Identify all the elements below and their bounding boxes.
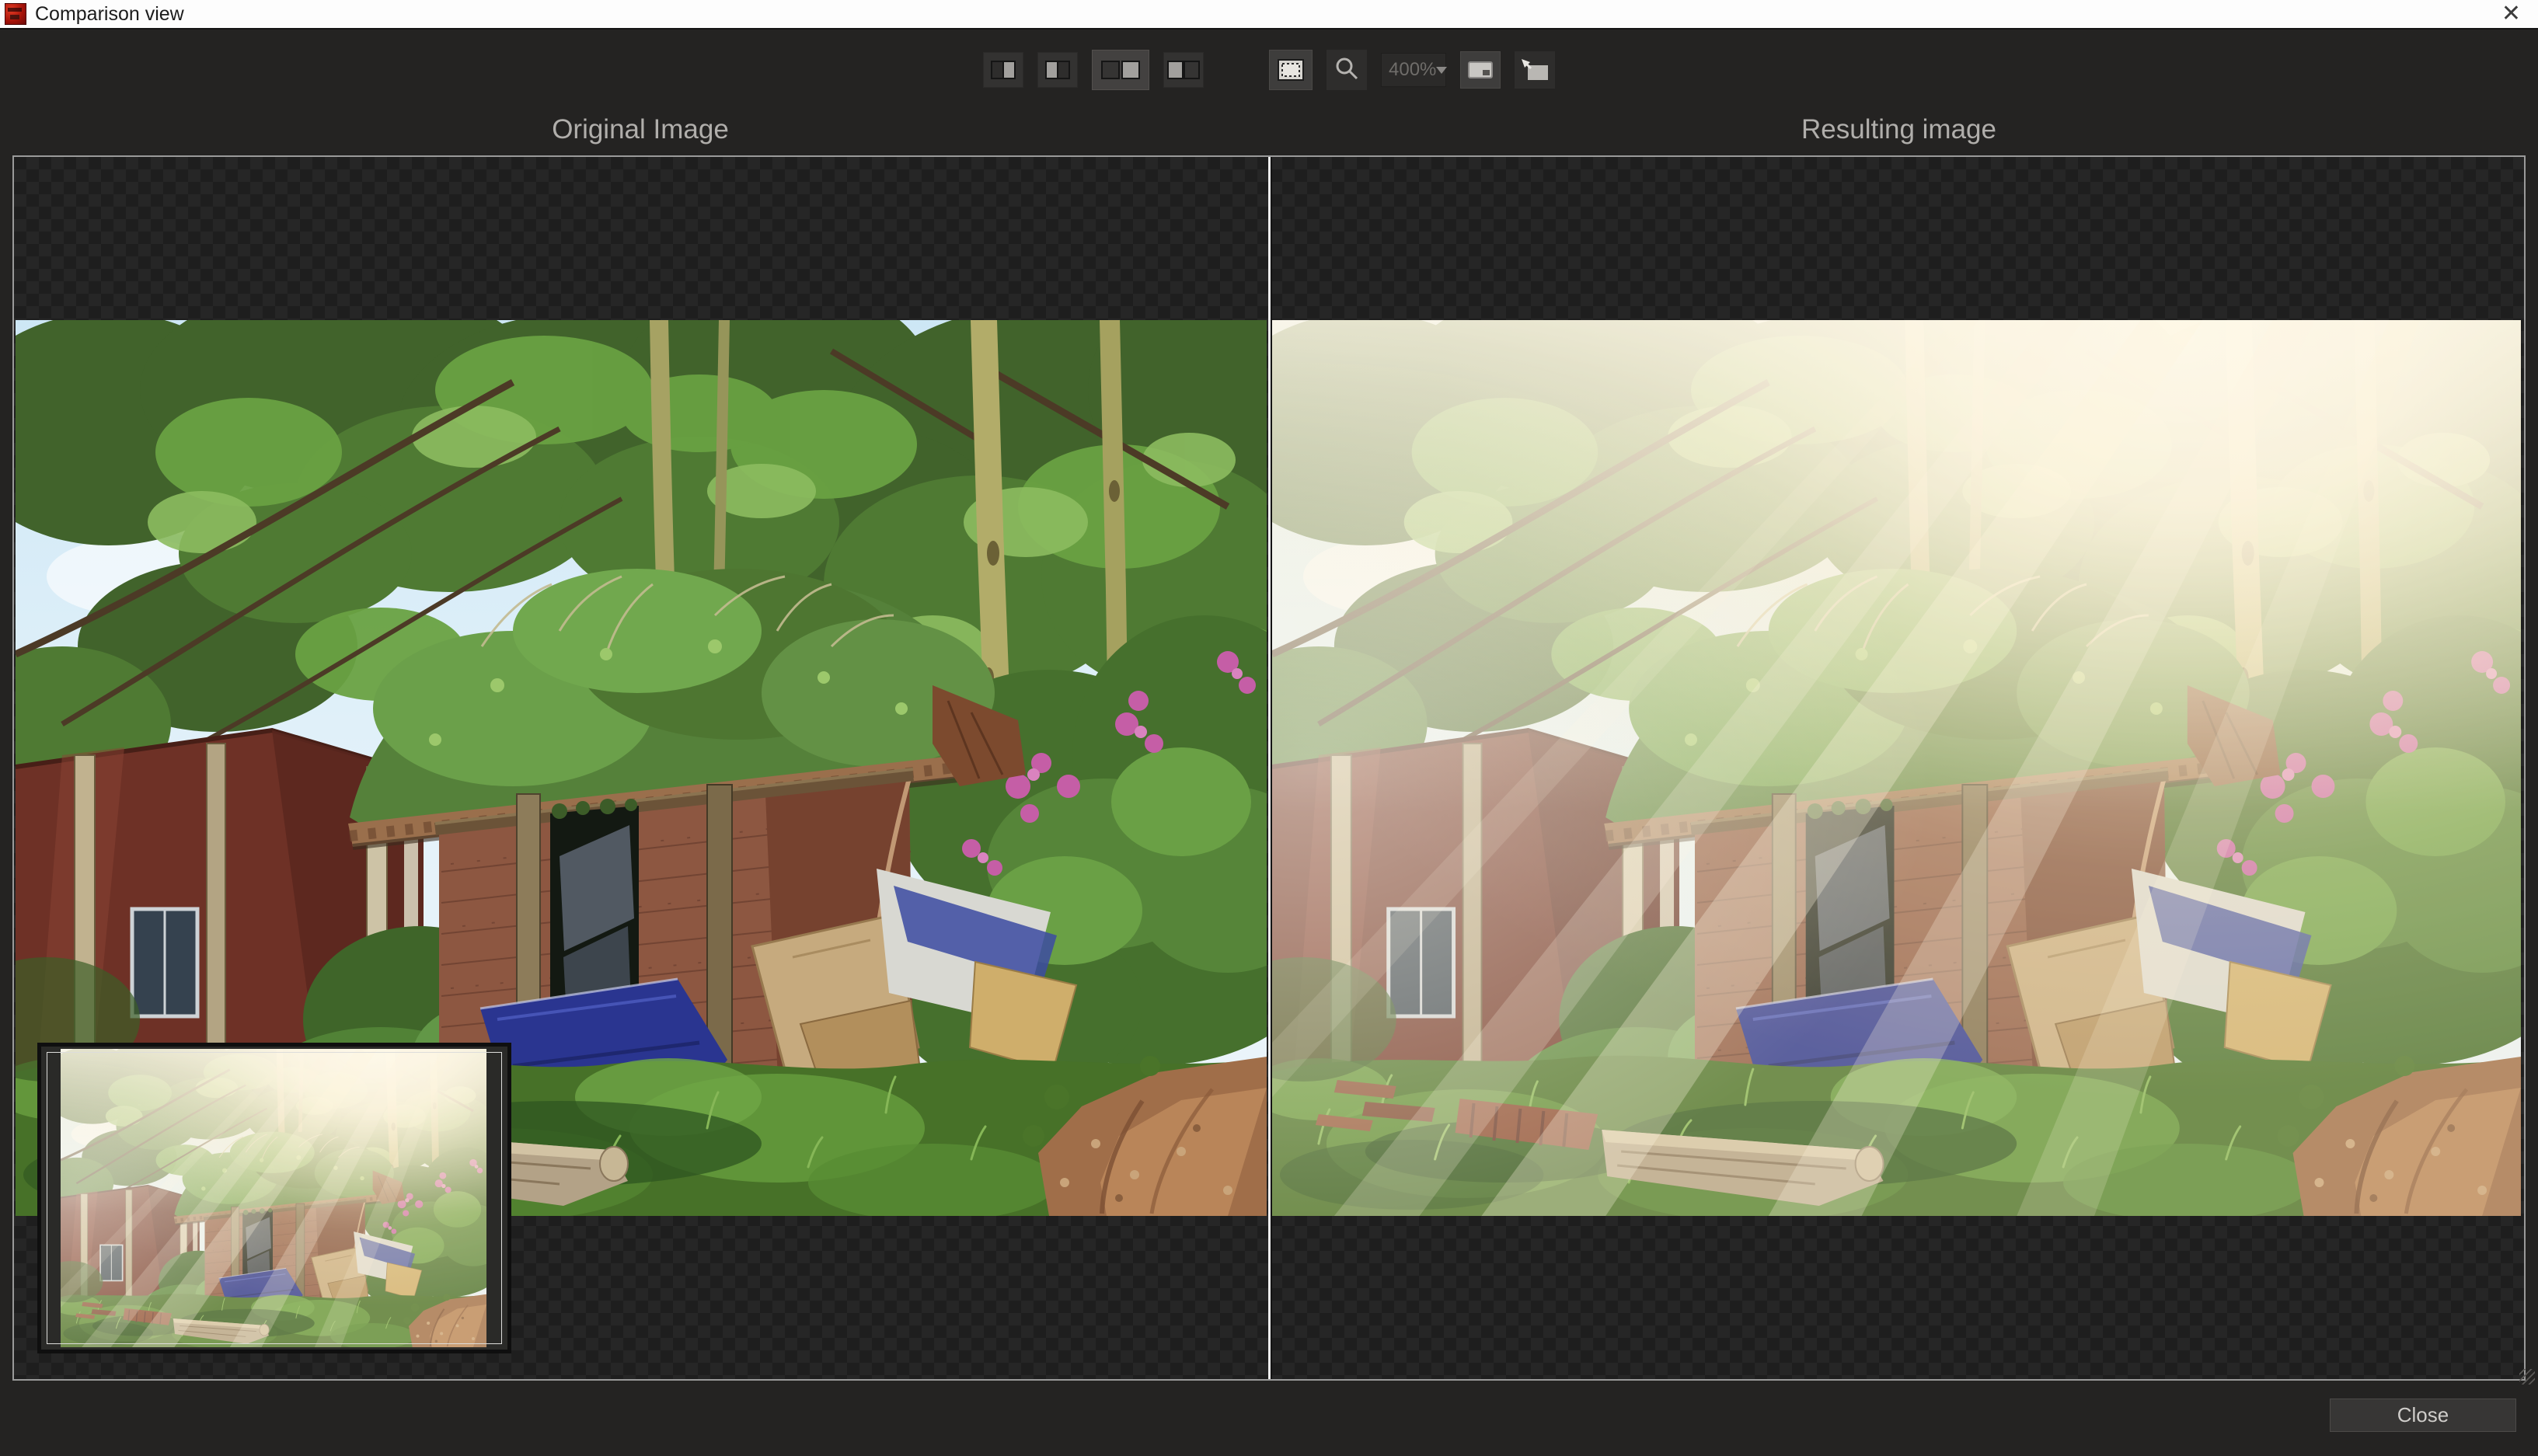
view-mode-side-by-side-right-button[interactable]: [1092, 50, 1149, 90]
comparison-view-window: Comparison view ✕: [0, 0, 2538, 1456]
dual-right-icon: [1100, 59, 1141, 81]
navigator-view-frame[interactable]: [47, 1052, 502, 1344]
split-left-icon: [1044, 60, 1071, 80]
app-icon: [5, 3, 26, 25]
dual-left-icon: [1166, 60, 1201, 80]
split-right-icon: [990, 60, 1016, 80]
window-title: Comparison view: [35, 3, 184, 26]
zoom-group: 400%: [1269, 50, 1555, 90]
fit-window-icon: [1520, 57, 1550, 82]
toolbar: 400%: [0, 31, 2538, 109]
titlebar-close-icon[interactable]: ✕: [2501, 2, 2521, 26]
resize-grip-icon[interactable]: [2519, 1369, 2535, 1385]
view-mode-group: [983, 50, 1204, 90]
actual-size-icon: [1467, 60, 1494, 80]
resulting-image-pane[interactable]: [1272, 320, 2521, 1216]
titlebar: Comparison view ✕: [0, 0, 2538, 30]
resulting-image-title: Resulting image: [1272, 113, 2526, 147]
magnifier-icon: [1334, 56, 1359, 85]
zoom-tool-button[interactable]: [1327, 50, 1367, 90]
zoom-level-combobox[interactable]: 400%: [1381, 53, 1446, 87]
zoom-level-value: 400%: [1382, 59, 1436, 81]
view-mode-split-right-button[interactable]: [983, 52, 1023, 88]
navigator-toggle-button[interactable]: [1269, 50, 1313, 90]
navigator-icon: [1277, 58, 1305, 82]
original-image-title: Original Image: [12, 113, 1268, 147]
navigator-panel[interactable]: [37, 1043, 511, 1353]
comparison-panes: [12, 155, 2526, 1381]
actual-size-button[interactable]: [1460, 51, 1501, 89]
view-mode-side-by-side-left-button[interactable]: [1163, 52, 1204, 88]
bottom-bar: Close: [0, 1381, 2538, 1456]
fit-to-window-button[interactable]: [1515, 51, 1555, 89]
dropdown-arrow-icon[interactable]: [1436, 67, 1447, 74]
close-button[interactable]: Close: [2330, 1399, 2516, 1432]
resulting-photo: [1272, 320, 2521, 1216]
view-mode-split-left-button[interactable]: [1037, 52, 1078, 88]
